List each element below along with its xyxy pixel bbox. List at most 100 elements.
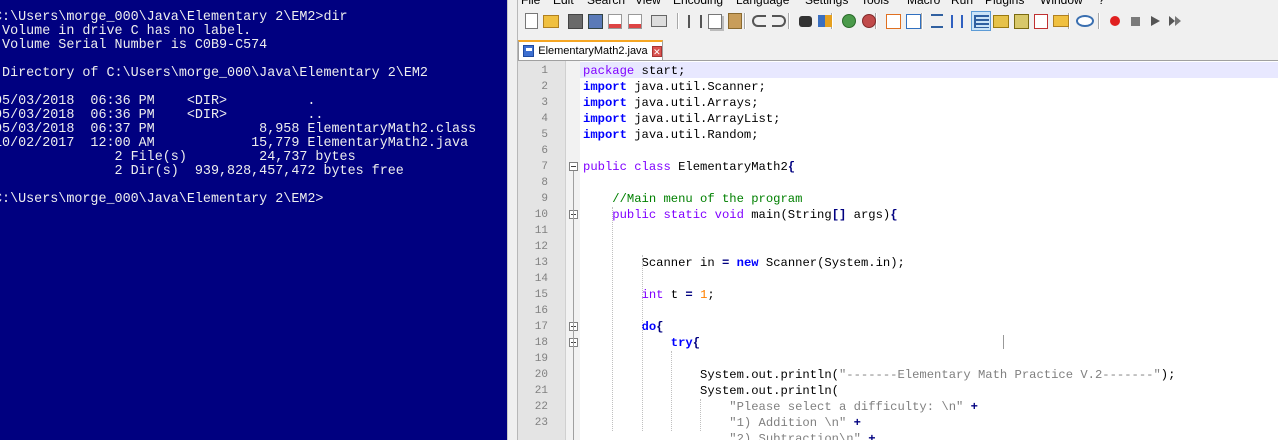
console-line: 10/02/2017 12:00 AM 15,779 ElementaryMat… bbox=[0, 136, 469, 151]
tab-elementarymath2-java[interactable]: ElementaryMath2.java ✕ bbox=[518, 40, 663, 60]
code-token: do bbox=[641, 320, 657, 334]
code-token: int bbox=[641, 288, 664, 302]
zoom-out-button[interactable] bbox=[859, 11, 879, 31]
line-number: 5 bbox=[541, 129, 548, 141]
code-token: { bbox=[692, 336, 701, 350]
sync-horizontal-button[interactable] bbox=[903, 11, 923, 31]
code-token: import bbox=[583, 112, 627, 126]
run-macro-multiple-icon bbox=[1169, 16, 1181, 26]
console-output[interactable]: C:\Users\morge_000\Java\Elementary 2\EM2… bbox=[0, 11, 476, 207]
sync-vertical-icon bbox=[885, 13, 901, 29]
console-line: C:\Users\morge_000\Java\Elementary 2\EM2… bbox=[0, 10, 348, 25]
copy-button[interactable] bbox=[705, 11, 725, 31]
code-line: "1) Addition \n" + bbox=[583, 415, 861, 431]
monitoring-button[interactable] bbox=[1075, 11, 1095, 31]
code-token: ; bbox=[707, 288, 715, 302]
folder-workspace-icon bbox=[1053, 15, 1069, 27]
playback-icon bbox=[1150, 16, 1160, 26]
zoom-out-icon bbox=[862, 14, 876, 28]
run-macro-multiple-button[interactable] bbox=[1165, 11, 1185, 31]
fold-toggle-icon[interactable] bbox=[569, 162, 578, 171]
code-token: args) bbox=[846, 208, 891, 222]
new-file-button[interactable] bbox=[521, 11, 541, 31]
zoom-in-icon bbox=[842, 14, 856, 28]
code-line: int t = 1; bbox=[583, 287, 715, 303]
menu-run[interactable]: Run bbox=[951, 0, 973, 7]
find-button[interactable] bbox=[795, 11, 815, 31]
close-button[interactable] bbox=[605, 11, 625, 31]
line-number-gutter: 1 2 3 4 5 6 7 8 9 10 11 12 13 14 15 16 17 18 19 20 21 22 23 bbox=[518, 61, 566, 440]
doc-map-icon bbox=[1013, 13, 1029, 29]
console-line: 2 Dir(s) 939,828,457,472 bytes free bbox=[0, 164, 404, 179]
indent-guide bbox=[670, 351, 672, 431]
menu-encoding[interactable]: Encoding bbox=[673, 0, 723, 7]
menu-help[interactable]: ? bbox=[1098, 0, 1105, 7]
playback-button[interactable] bbox=[1145, 11, 1165, 31]
code-token: start; bbox=[634, 64, 686, 78]
close-tab-icon[interactable]: ✕ bbox=[651, 45, 662, 57]
print-button[interactable] bbox=[649, 11, 669, 31]
line-number: 2 bbox=[541, 81, 548, 93]
monitoring-icon bbox=[1076, 15, 1094, 27]
close-all-icon bbox=[628, 13, 642, 29]
code-token: ); bbox=[1160, 368, 1176, 382]
cut-icon bbox=[688, 14, 702, 28]
save-icon bbox=[567, 13, 583, 29]
menu-language[interactable]: Language bbox=[736, 0, 789, 7]
folder-workspace-button[interactable] bbox=[1051, 11, 1071, 31]
cut-button[interactable] bbox=[685, 11, 705, 31]
open-file-button[interactable] bbox=[541, 11, 561, 31]
word-wrap-icon bbox=[931, 14, 943, 28]
menu-tools[interactable]: Tools bbox=[861, 0, 889, 7]
show-all-chars-button[interactable] bbox=[947, 11, 967, 31]
code-token: System.out.println( bbox=[583, 384, 839, 398]
code-line: package start; bbox=[583, 63, 685, 79]
code-token: import bbox=[583, 96, 627, 110]
function-list-button[interactable] bbox=[1031, 11, 1051, 31]
code-token: public static void bbox=[612, 208, 744, 222]
doc-map-button[interactable] bbox=[1011, 11, 1031, 31]
stop-record-button[interactable] bbox=[1125, 11, 1145, 31]
code-token: //Main menu of the program bbox=[583, 192, 803, 206]
menu-settings[interactable]: Settings bbox=[805, 0, 848, 7]
code-editor[interactable]: 1 2 3 4 5 6 7 8 9 10 11 12 13 14 15 16 17 18 19 20 21 22 23 pa… bbox=[518, 61, 1278, 440]
sync-vertical-button[interactable] bbox=[883, 11, 903, 31]
menu-view[interactable]: View bbox=[635, 0, 661, 7]
code-token: "2) Subtraction\n" bbox=[729, 432, 861, 440]
line-number: 3 bbox=[541, 97, 548, 109]
zoom-in-button[interactable] bbox=[839, 11, 859, 31]
replace-button[interactable] bbox=[815, 11, 835, 31]
close-all-button[interactable] bbox=[625, 11, 645, 31]
close-icon bbox=[608, 13, 622, 29]
menu-plugins[interactable]: Plugins bbox=[985, 0, 1024, 7]
line-number: 22 bbox=[534, 401, 548, 413]
user-defined-language-button[interactable] bbox=[991, 11, 1011, 31]
new-file-icon bbox=[524, 13, 538, 29]
menu-edit[interactable]: Edit bbox=[553, 0, 574, 7]
code-token: package bbox=[583, 64, 635, 78]
save-button[interactable] bbox=[565, 11, 585, 31]
indent-guide bbox=[700, 399, 702, 431]
command-prompt-window[interactable]: C:\Users\morge_000\Java\Elementary 2\EM2… bbox=[0, 0, 507, 440]
menu-search[interactable]: Search bbox=[587, 0, 625, 7]
code-token: + bbox=[853, 416, 861, 430]
menu-file[interactable]: File bbox=[521, 0, 540, 7]
code-token: try bbox=[670, 336, 693, 350]
paste-button[interactable] bbox=[725, 11, 745, 31]
console-line: 05/03/2018 06:36 PM <DIR> .. bbox=[0, 108, 324, 123]
redo-button[interactable] bbox=[769, 11, 789, 31]
undo-button[interactable] bbox=[749, 11, 769, 31]
console-line: Volume Serial Number is C0B9-C574 bbox=[0, 38, 268, 53]
menu-macro[interactable]: Macro bbox=[907, 0, 940, 7]
code-token: { bbox=[787, 160, 796, 174]
menu-window[interactable]: Window bbox=[1040, 0, 1083, 7]
save-all-button[interactable] bbox=[585, 11, 605, 31]
line-number: 1 bbox=[541, 65, 548, 77]
word-wrap-button[interactable] bbox=[927, 11, 947, 31]
record-macro-button[interactable] bbox=[1105, 11, 1125, 31]
indent-guide-button[interactable] bbox=[971, 11, 991, 31]
